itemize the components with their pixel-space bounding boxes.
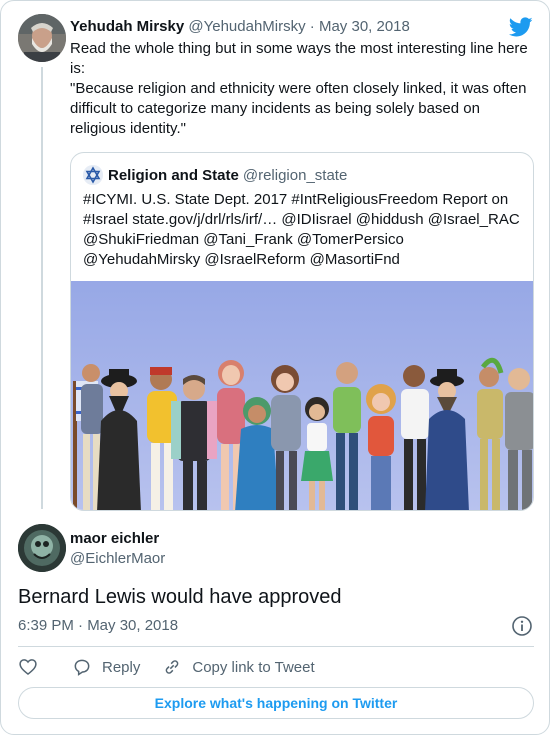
religion-state-avatar[interactable] (83, 165, 103, 185)
avatar-maor-eichler[interactable] (18, 524, 66, 572)
action-bar: Reply Copy link to Tweet (18, 655, 315, 679)
info-icon[interactable] (511, 615, 533, 637)
avatar-image (18, 524, 66, 572)
parent-tweet-header: Yehudah Mirsky @YehudahMirsky · May 30, … (70, 17, 410, 37)
heart-icon (19, 659, 37, 676)
reply-author-handle[interactable]: @EichlerMaor (70, 549, 165, 569)
avatar-yehudah-mirsky[interactable] (18, 14, 66, 62)
thread-connector-line (41, 67, 43, 509)
quoted-tweet-image[interactable] (71, 281, 533, 510)
parent-tweet-date[interactable]: May 30, 2018 (319, 18, 410, 35)
copy-link-label: Copy link to Tweet (192, 658, 315, 676)
link-icon (166, 660, 179, 674)
parent-tweet-text: Read the whole thing but in some ways th… (70, 39, 532, 139)
parent-author-handle[interactable]: @YehudahMirsky (188, 18, 305, 35)
reply-author-name[interactable]: maor eichler (70, 529, 159, 549)
reply-tweet-text: Bernard Lewis would have approved (18, 586, 342, 608)
twitter-bird-svg (508, 17, 533, 37)
like-button[interactable] (18, 657, 38, 677)
twitter-bird-icon[interactable] (508, 15, 533, 39)
header-separator: · (309, 18, 315, 35)
parent-author-name[interactable]: Yehudah Mirsky (70, 18, 184, 35)
parent-text-line-1: Read the whole thing but in some ways th… (70, 40, 528, 77)
parent-text-line-2: "Because religion and ethnicity were oft… (70, 80, 527, 137)
reply-label: Reply (102, 658, 141, 676)
action-divider (18, 646, 534, 647)
quoted-author-handle[interactable]: @religion_state (243, 167, 347, 184)
reply-timestamp[interactable]: 6:39 PM · May 30, 2018 (18, 616, 178, 636)
star-of-david-icon (83, 165, 103, 185)
diverse-people-illustration (71, 281, 533, 510)
quoted-author-name[interactable]: Religion and State (108, 167, 239, 184)
quoted-tweet-header: Religion and State @religion_state (83, 165, 347, 185)
info-circle-svg (512, 616, 532, 636)
quoted-tweet[interactable]: Religion and State @religion_state #ICYM… (70, 152, 534, 511)
tweet-embed-card: Yehudah Mirsky @YehudahMirsky · May 30, … (0, 0, 550, 735)
speech-bubble-icon (74, 659, 90, 676)
copy-link-button[interactable]: Copy link to Tweet (162, 657, 315, 677)
explore-twitter-button[interactable]: Explore what's happening on Twitter (18, 687, 534, 719)
quoted-tweet-text: #ICYMI. U.S. State Dept. 2017 #IntReligi… (83, 191, 520, 268)
avatar-image (18, 14, 66, 62)
reply-button[interactable]: Reply (72, 657, 140, 677)
